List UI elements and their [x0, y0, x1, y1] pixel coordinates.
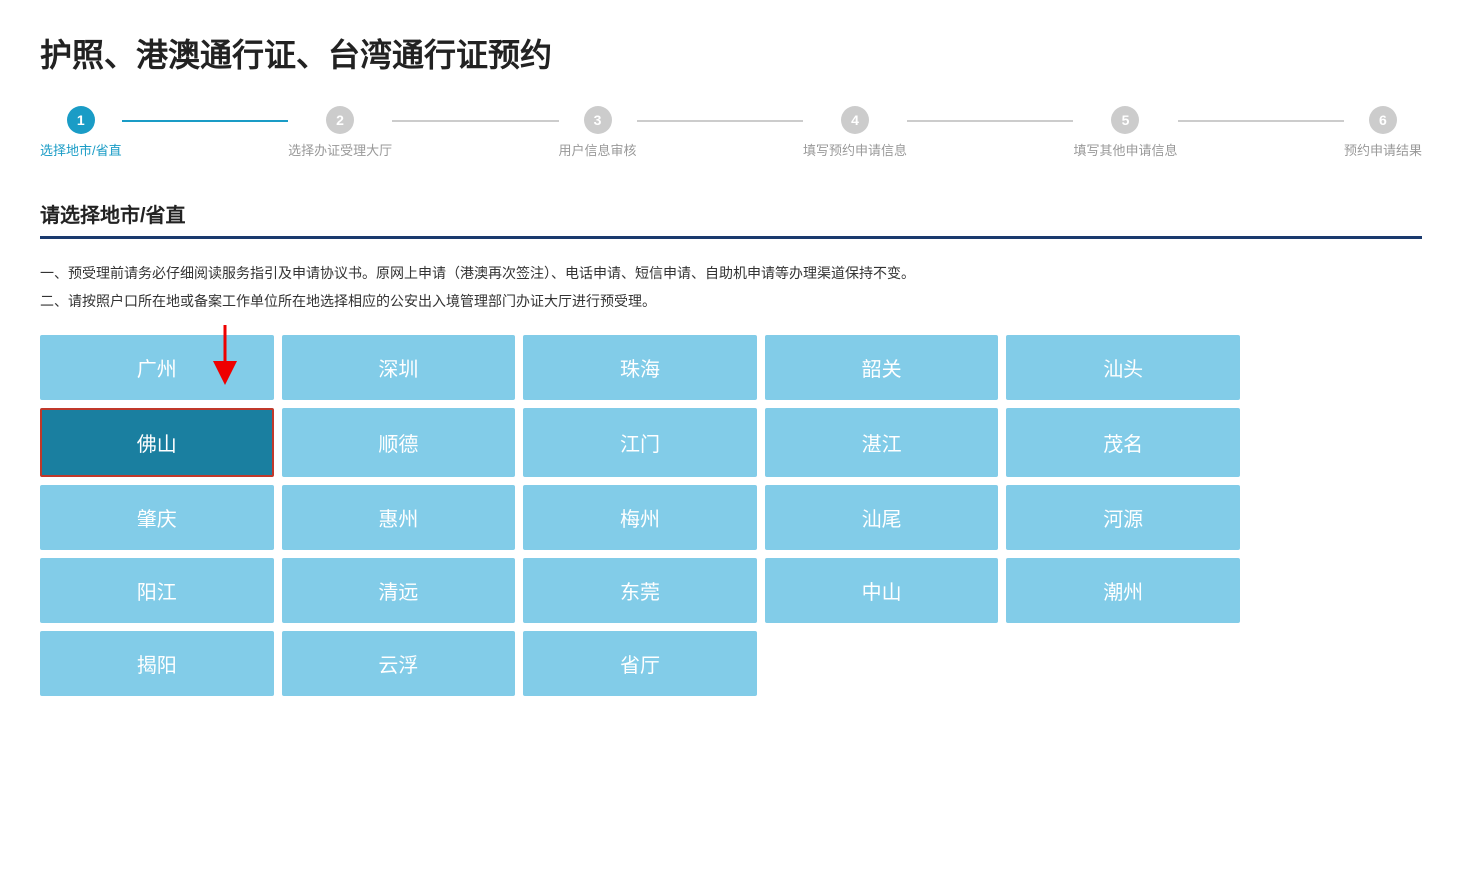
step-label-5: 填写其他申请信息	[1073, 140, 1177, 159]
page-title: 护照、港澳通行证、台湾通行证预约	[40, 30, 1422, 76]
notice-line-2: 二、请按照户口所在地或备案工作单位所在地选择相应的公安出入境管理部门办证大厅进行…	[40, 287, 1422, 315]
city-btn-清远[interactable]: 清远	[282, 558, 516, 623]
step-circle-5: 5	[1111, 106, 1139, 134]
step-connector-5	[1178, 120, 1344, 122]
city-btn-东莞[interactable]: 东莞	[523, 558, 757, 623]
city-btn-省厅[interactable]: 省厅	[523, 631, 757, 696]
city-btn-河源[interactable]: 河源	[1006, 485, 1240, 550]
step-6: 6 预约申请结果	[1344, 106, 1422, 159]
section-title: 请选择地市/省直	[40, 199, 1422, 239]
city-btn-惠州[interactable]: 惠州	[282, 485, 516, 550]
city-btn-阳江[interactable]: 阳江	[40, 558, 274, 623]
notice-text: 一、预受理前请务必仔细阅读服务指引及申请协议书。原网上申请（港澳再次签注）、电话…	[40, 259, 1422, 315]
city-btn-佛山[interactable]: 佛山	[40, 408, 274, 477]
step-circle-4: 4	[841, 106, 869, 134]
step-label-2: 选择办证受理大厅	[288, 140, 392, 159]
city-btn-韶关[interactable]: 韶关	[765, 335, 999, 400]
city-btn-云浮[interactable]: 云浮	[282, 631, 516, 696]
step-2: 2 选择办证受理大厅	[288, 106, 392, 159]
city-btn-湛江[interactable]: 湛江	[765, 408, 999, 477]
step-label-4: 填写预约申请信息	[803, 140, 907, 159]
step-circle-6: 6	[1369, 106, 1397, 134]
city-btn-汕尾[interactable]: 汕尾	[765, 485, 999, 550]
city-btn-汕头[interactable]: 汕头	[1006, 335, 1240, 400]
step-connector-3	[637, 120, 803, 122]
step-circle-2: 2	[326, 106, 354, 134]
notice-line-1: 一、预受理前请务必仔细阅读服务指引及申请协议书。原网上申请（港澳再次签注）、电话…	[40, 259, 1422, 287]
step-connector-4	[907, 120, 1073, 122]
step-circle-1: 1	[67, 106, 95, 134]
step-connector-1	[122, 120, 288, 122]
city-btn-江门[interactable]: 江门	[523, 408, 757, 477]
step-circle-3: 3	[584, 106, 612, 134]
step-connector-2	[392, 120, 558, 122]
city-btn-珠海[interactable]: 珠海	[523, 335, 757, 400]
step-4: 4 填写预约申请信息	[803, 106, 907, 159]
stepper: 1 选择地市/省直 2 选择办证受理大厅 3 用户信息审核 4 填写预约申请信息 5 填写其他申请…	[40, 106, 1422, 159]
city-btn-深圳[interactable]: 深圳	[282, 335, 516, 400]
step-1: 1 选择地市/省直	[40, 106, 122, 159]
city-btn-梅州[interactable]: 梅州	[523, 485, 757, 550]
step-label-3: 用户信息审核	[559, 140, 637, 159]
city-grid: 广州深圳珠海韶关汕头佛山顺德江门湛江茂名肇庆惠州梅州汕尾河源阳江清远东莞中山潮州…	[40, 335, 1240, 696]
city-btn-潮州[interactable]: 潮州	[1006, 558, 1240, 623]
city-btn-广州[interactable]: 广州	[40, 335, 274, 400]
city-btn-揭阳[interactable]: 揭阳	[40, 631, 274, 696]
step-3: 3 用户信息审核	[559, 106, 637, 159]
city-btn-茂名[interactable]: 茂名	[1006, 408, 1240, 477]
city-btn-中山[interactable]: 中山	[765, 558, 999, 623]
city-btn-顺德[interactable]: 顺德	[282, 408, 516, 477]
city-btn-肇庆[interactable]: 肇庆	[40, 485, 274, 550]
step-5: 5 填写其他申请信息	[1073, 106, 1177, 159]
step-label-6: 预约申请结果	[1344, 140, 1422, 159]
step-label-1: 选择地市/省直	[40, 140, 122, 159]
